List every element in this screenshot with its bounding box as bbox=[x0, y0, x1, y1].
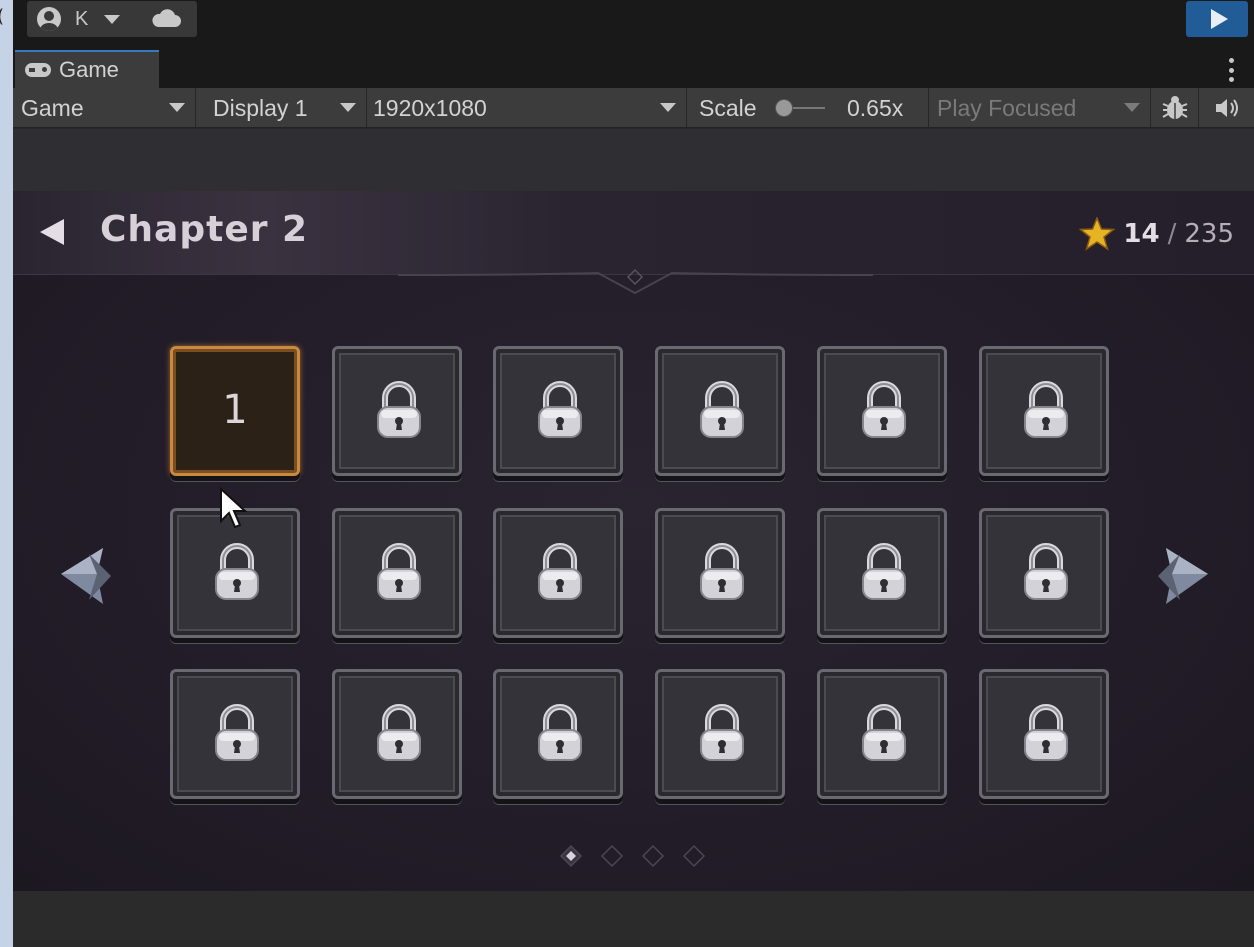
lock-icon bbox=[536, 381, 584, 441]
level-tile-locked[interactable] bbox=[170, 669, 300, 799]
scale-slider-handle[interactable] bbox=[775, 99, 793, 117]
level-tile-locked[interactable] bbox=[978, 507, 1109, 638]
level-tile-locked[interactable] bbox=[978, 346, 1109, 476]
lock-icon bbox=[1022, 704, 1070, 764]
page-dot[interactable] bbox=[600, 844, 624, 868]
level-tile-locked[interactable] bbox=[978, 669, 1109, 799]
lock-icon bbox=[860, 381, 908, 441]
lock-icon bbox=[698, 542, 746, 603]
account-icon bbox=[37, 7, 61, 31]
chevron-down-icon bbox=[660, 103, 676, 112]
back-arrow-icon[interactable] bbox=[40, 219, 64, 245]
stars-separator: / bbox=[1167, 219, 1177, 249]
tab-strip: Game bbox=[13, 46, 1254, 88]
cloud-button[interactable] bbox=[135, 1, 197, 37]
unity-editor: ( K Game Game Display 1 bbox=[0, 0, 1254, 947]
top-toolbar: K bbox=[13, 0, 1254, 46]
chevron-down-icon bbox=[169, 103, 185, 112]
chevron-down-icon bbox=[1124, 103, 1140, 112]
lock-icon bbox=[698, 381, 746, 441]
lock-icon bbox=[213, 704, 261, 764]
level-tile-unlocked[interactable]: 1 bbox=[170, 346, 300, 476]
lock-icon bbox=[698, 704, 746, 764]
level-number: 1 bbox=[222, 387, 248, 433]
level-tile-locked[interactable] bbox=[655, 507, 786, 638]
lock-icon bbox=[536, 542, 584, 603]
display-label: Display 1 bbox=[213, 94, 308, 121]
chevron-down-icon bbox=[104, 14, 121, 24]
scale-control: Scale 0.65x bbox=[687, 88, 929, 128]
view-mode-dropdown[interactable]: Game bbox=[13, 88, 196, 128]
page-dot[interactable] bbox=[682, 844, 706, 868]
level-select-screen: Chapter 2 14 / 235 1 bbox=[13, 191, 1254, 891]
lock-icon bbox=[536, 704, 584, 764]
level-tile-locked[interactable] bbox=[493, 669, 624, 799]
more-options-icon[interactable] bbox=[1229, 58, 1234, 82]
level-tile-locked[interactable] bbox=[331, 507, 462, 638]
play-icon bbox=[1210, 9, 1228, 29]
speaker-icon bbox=[1215, 99, 1238, 117]
scale-label: Scale bbox=[699, 94, 757, 121]
page-indicator bbox=[559, 844, 706, 868]
lock-icon bbox=[213, 542, 261, 603]
lock-icon bbox=[1022, 542, 1070, 603]
lock-icon bbox=[375, 542, 423, 603]
resolution-dropdown[interactable]: 1920x1080 bbox=[367, 88, 687, 128]
mute-toggle[interactable] bbox=[1199, 88, 1254, 128]
star-counter: 14 / 235 bbox=[1079, 217, 1234, 251]
play-mode-dropdown[interactable]: Play Focused bbox=[929, 88, 1151, 128]
letterbox-top bbox=[13, 129, 1254, 191]
header-ornament bbox=[398, 268, 873, 295]
view-mode-label: Game bbox=[21, 94, 84, 121]
game-view-toolbar: Game Display 1 1920x1080 Scale 0.65x Pla… bbox=[13, 88, 1254, 128]
level-tile-locked[interactable] bbox=[655, 346, 786, 476]
next-page-arrow[interactable] bbox=[1154, 546, 1210, 606]
mouse-cursor bbox=[220, 487, 248, 529]
gamepad-icon bbox=[25, 63, 51, 77]
bottom-panel bbox=[13, 891, 1254, 947]
bug-icon bbox=[1161, 96, 1188, 119]
account-initial: K bbox=[75, 7, 89, 30]
account-dropdown[interactable]: K bbox=[27, 1, 140, 37]
chevron-down-icon bbox=[340, 103, 356, 112]
level-grid: 1 bbox=[170, 346, 1110, 806]
stats-toggle[interactable] bbox=[1151, 88, 1199, 128]
tab-game[interactable]: Game bbox=[15, 50, 159, 88]
stars-total: 235 bbox=[1184, 219, 1234, 249]
level-tile-locked[interactable] bbox=[816, 669, 947, 799]
lock-icon bbox=[375, 381, 423, 441]
prev-page-arrow[interactable] bbox=[59, 546, 115, 606]
play-mode-label: Play Focused bbox=[937, 94, 1077, 121]
lock-icon bbox=[1022, 381, 1070, 441]
play-button[interactable] bbox=[1186, 1, 1248, 37]
resolution-label: 1920x1080 bbox=[373, 94, 487, 121]
left-edge-strip: ( bbox=[0, 0, 13, 947]
lock-icon bbox=[860, 704, 908, 764]
scale-value: 0.65x bbox=[847, 94, 904, 121]
game-viewport: Chapter 2 14 / 235 1 bbox=[13, 129, 1254, 891]
edge-glyph: ( bbox=[0, 6, 4, 27]
level-tile-locked[interactable] bbox=[493, 346, 624, 476]
lock-icon bbox=[375, 704, 423, 764]
tab-label: Game bbox=[59, 57, 119, 82]
chapter-title: Chapter 2 bbox=[100, 209, 309, 250]
chapter-header: Chapter 2 14 / 235 bbox=[13, 191, 1254, 295]
level-tile-locked[interactable] bbox=[493, 507, 624, 638]
cloud-icon bbox=[152, 9, 181, 27]
level-tile-locked[interactable] bbox=[816, 507, 947, 638]
lock-icon bbox=[860, 542, 908, 603]
display-dropdown[interactable]: Display 1 bbox=[196, 88, 367, 128]
stars-earned: 14 bbox=[1123, 219, 1160, 249]
level-tile-locked[interactable] bbox=[816, 346, 947, 476]
level-tile-locked[interactable] bbox=[331, 346, 462, 476]
level-tile-locked[interactable] bbox=[331, 669, 462, 799]
level-tile-locked[interactable] bbox=[655, 669, 786, 799]
star-icon bbox=[1079, 217, 1116, 251]
page-dot[interactable] bbox=[641, 844, 665, 868]
